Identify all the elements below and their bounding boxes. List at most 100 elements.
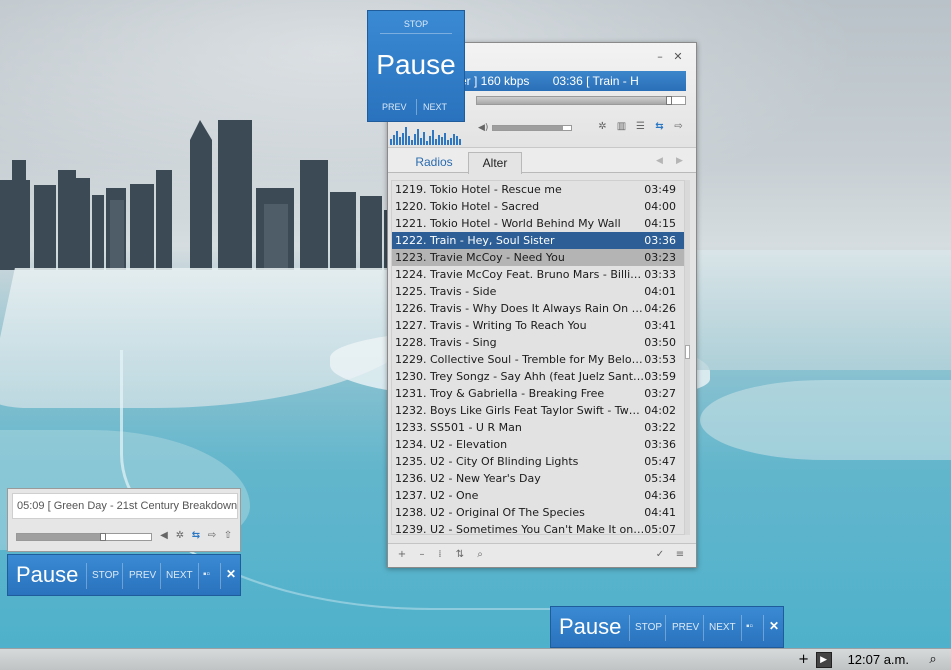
- mini-seek-bar[interactable]: [16, 533, 152, 541]
- stop-button[interactable]: STOP: [92, 570, 119, 581]
- list-item[interactable]: 1233. SS501 - U R Man 03:22: [392, 419, 684, 436]
- chevron-right-icon[interactable]: ▶: [676, 156, 683, 166]
- close-icon[interactable]: ✕: [672, 51, 684, 63]
- mini-seek-handle[interactable]: [99, 533, 106, 541]
- list-item[interactable]: 1238. U2 - Original Of The Species 04:41: [392, 504, 684, 521]
- scrollbar[interactable]: [685, 180, 690, 535]
- spectrum-bar: [414, 134, 416, 145]
- pause-button[interactable]: Pause: [368, 49, 464, 81]
- list-item[interactable]: 1220. Tokio Hotel - Sacred 04:00: [392, 198, 684, 215]
- list-item[interactable]: 1224. Travie McCoy Feat. Bruno Mars - Bi…: [392, 266, 684, 283]
- prev-button[interactable]: PREV: [382, 102, 407, 112]
- track-title: 1228. Travis - Sing: [395, 336, 497, 349]
- add-icon[interactable]: +: [396, 549, 408, 561]
- spectrum-bar: [444, 133, 446, 145]
- next-button[interactable]: NEXT: [709, 622, 736, 633]
- playlist-tabs: Radios Alter ◀ ▶: [388, 147, 696, 174]
- list-item[interactable]: 1226. Travis - Why Does It Always Rain O…: [392, 300, 684, 317]
- divider: [741, 615, 742, 641]
- track-duration: 04:41: [644, 506, 676, 519]
- volume-slider[interactable]: [492, 125, 572, 131]
- equalizer-icon[interactable]: ✲: [174, 530, 186, 542]
- check-icon[interactable]: ✓: [654, 549, 666, 561]
- track-duration: 04:02: [644, 404, 676, 417]
- sort-icon[interactable]: ⇅: [454, 549, 466, 561]
- stop-button[interactable]: STOP: [368, 19, 464, 29]
- track-duration: 04:26: [644, 302, 676, 315]
- track-title: 1219. Tokio Hotel - Rescue me: [395, 183, 562, 196]
- chevron-left-icon[interactable]: ◀: [656, 156, 663, 166]
- search-icon[interactable]: ⌕: [474, 549, 486, 561]
- mini-track-title: 05:09 [ Green Day - 21st Century Breakdo…: [12, 493, 238, 519]
- marquee-track: 03:36 [ Train - H: [552, 74, 639, 88]
- track-title: 1238. U2 - Original Of The Species: [395, 506, 585, 519]
- spectrum-bar: [441, 137, 443, 145]
- export-icon[interactable]: ⇨: [206, 530, 218, 542]
- repeat-icon[interactable]: ⇆: [653, 121, 666, 133]
- next-button[interactable]: NEXT: [423, 102, 447, 112]
- list-item[interactable]: 1223. Travie McCoy - Need You 03:23: [392, 249, 684, 266]
- prev-button[interactable]: PREV: [129, 570, 156, 581]
- speaker-icon[interactable]: ◀): [478, 123, 488, 133]
- list-item[interactable]: 1239. U2 - Sometimes You Can't Make It o…: [392, 521, 684, 534]
- list-item[interactable]: 1230. Trey Songz - Say Ahh (feat Juelz S…: [392, 368, 684, 385]
- spectrum-bar: [438, 135, 440, 145]
- spectrum-bar: [405, 127, 407, 145]
- list-item[interactable]: 1234. U2 - Elevation 03:36: [392, 436, 684, 453]
- upload-icon[interactable]: ⇧: [222, 530, 234, 542]
- track-duration: 03:36: [644, 234, 676, 247]
- spectrum-bar: [417, 129, 419, 145]
- playlist-menu-icon[interactable]: ☰: [634, 121, 647, 133]
- list-item[interactable]: 1235. U2 - City Of Blinding Lights 05:47: [392, 453, 684, 470]
- search-icon[interactable]: ⌕: [925, 652, 941, 668]
- divider: [122, 563, 123, 589]
- speaker-icon[interactable]: ◀: [158, 530, 170, 542]
- divider: [86, 563, 87, 589]
- close-icon[interactable]: ✕: [226, 567, 236, 581]
- track-title: 1233. SS501 - U R Man: [395, 421, 522, 434]
- spectrum-bar: [420, 138, 422, 145]
- bars-icon[interactable]: ▥: [615, 121, 628, 133]
- track-duration: 05:34: [644, 472, 676, 485]
- scrollbar-thumb[interactable]: [685, 345, 690, 359]
- playlist: 1219. Tokio Hotel - Rescue me 03:49 1220. …: [391, 180, 685, 535]
- prev-button[interactable]: PREV: [672, 622, 699, 633]
- divider: [703, 615, 704, 641]
- compact-icon[interactable]: ▪▫: [746, 621, 753, 632]
- minimize-icon[interactable]: –: [654, 51, 666, 63]
- list-item[interactable]: 1237. U2 - One 04:36: [392, 487, 684, 504]
- tab-radios[interactable]: Radios: [402, 152, 466, 174]
- list-item[interactable]: 1227. Travis - Writing To Reach You 03:41: [392, 317, 684, 334]
- pause-button[interactable]: Pause: [16, 562, 78, 588]
- add-icon[interactable]: +: [796, 652, 812, 668]
- tab-alter[interactable]: Alter: [468, 152, 522, 174]
- next-button[interactable]: NEXT: [166, 570, 193, 581]
- export-icon[interactable]: ⇨: [672, 121, 685, 133]
- list-item[interactable]: 1232. Boys Like Girls Feat Taylor Swift …: [392, 402, 684, 419]
- select-icon[interactable]: ⁞: [434, 549, 446, 561]
- list-item[interactable]: 1228. Travis - Sing 03:50: [392, 334, 684, 351]
- divider: [380, 33, 452, 34]
- play-icon[interactable]: ▶: [815, 651, 832, 668]
- list-item[interactable]: 1229. Collective Soul - Tremble for My B…: [392, 351, 684, 368]
- list-item[interactable]: 1236. U2 - New Year's Day 05:34: [392, 470, 684, 487]
- repeat-icon[interactable]: ⇆: [190, 530, 202, 542]
- seek-bar[interactable]: [476, 96, 686, 105]
- remove-icon[interactable]: –: [416, 549, 428, 561]
- equalizer-icon[interactable]: ✲: [596, 121, 609, 133]
- track-title: 1237. U2 - One: [395, 489, 479, 502]
- list-item[interactable]: 1225. Travis - Side 04:01: [392, 283, 684, 300]
- list-item[interactable]: 1219. Tokio Hotel - Rescue me 03:49: [392, 181, 684, 198]
- compact-icon[interactable]: ▪▫: [203, 569, 210, 580]
- list-item[interactable]: 1231. Troy & Gabriella - Breaking Free 03…: [392, 385, 684, 402]
- list-item[interactable]: 1221. Tokio Hotel - World Behind My Wall…: [392, 215, 684, 232]
- track-title: 1231. Troy & Gabriella - Breaking Free: [395, 387, 605, 400]
- stop-button[interactable]: STOP: [635, 622, 662, 633]
- spectrum-bar: [399, 137, 401, 145]
- seek-fill: [477, 97, 671, 104]
- pause-button[interactable]: Pause: [559, 614, 621, 640]
- close-icon[interactable]: ✕: [769, 619, 779, 633]
- list-item[interactable]: 1222. Train - Hey, Soul Sister 03:36: [392, 232, 684, 249]
- menu-icon[interactable]: ≡: [674, 549, 686, 561]
- seek-handle[interactable]: [666, 96, 673, 105]
